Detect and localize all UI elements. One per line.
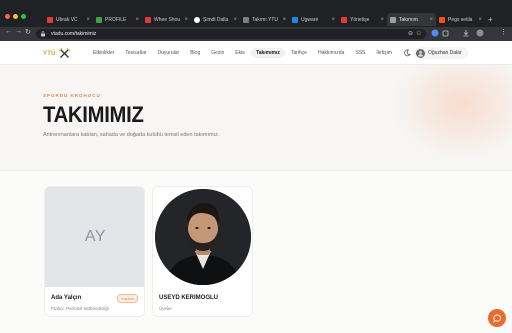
logo-text: YTÜ bbox=[43, 50, 56, 57]
site-header: YTÜ Etkinlikler Tesisatlar Duyurular Blo… bbox=[0, 41, 512, 65]
puzzle-icon[interactable] bbox=[442, 29, 450, 37]
hero-decoration bbox=[392, 65, 512, 159]
user-name: Oğuzhan Dalar bbox=[428, 50, 462, 56]
nav-item-tarihce[interactable]: Tarihçe bbox=[286, 48, 312, 58]
close-window-dot[interactable] bbox=[5, 14, 10, 19]
page-title: TAKIMIMIZ bbox=[43, 102, 144, 127]
tab-close-icon[interactable]: × bbox=[478, 17, 482, 23]
forward-arrow-icon[interactable]: → bbox=[15, 28, 22, 35]
tab-close-icon[interactable]: × bbox=[282, 17, 286, 23]
profile-icon[interactable] bbox=[476, 29, 484, 37]
tab-favicon-icon bbox=[292, 16, 298, 23]
browser-tab[interactable]: Şimdi Dalla × bbox=[191, 13, 240, 26]
nav-item-tesisatlar[interactable]: Tesisatlar bbox=[120, 48, 151, 58]
main-nav: Etkinlikler Tesisatlar Duyurular Blog Ge… bbox=[88, 48, 398, 58]
tab-title: PROFİLE bbox=[105, 16, 127, 23]
hero-description: Antrenmanlara katılan, sahada ve doğada … bbox=[43, 132, 220, 138]
tab-title: Takımım bbox=[399, 16, 418, 23]
nav-item-etkinlikler[interactable]: Etkinlikler bbox=[88, 48, 119, 58]
tab-close-icon[interactable]: × bbox=[380, 17, 384, 23]
browser-tab-active[interactable]: Takımım × bbox=[387, 13, 436, 26]
url-text: vtadu.com/takimimiz bbox=[51, 31, 97, 37]
chat-bubble-icon bbox=[492, 314, 501, 323]
nav-item-takimimiz[interactable]: Takımımız bbox=[251, 48, 285, 58]
portrait-illustration bbox=[155, 189, 251, 285]
tab-favicon-icon bbox=[243, 16, 249, 23]
site-info-icon[interactable] bbox=[40, 31, 46, 37]
hero-eyebrow: SPORDU KROHOCU bbox=[43, 93, 101, 98]
browser-tab[interactable]: Pegs setila × bbox=[436, 13, 485, 26]
tab-favicon-icon bbox=[47, 16, 53, 23]
tab-favicon-icon bbox=[390, 16, 396, 23]
tab-close-icon[interactable]: × bbox=[135, 17, 139, 23]
browser-tab[interactable]: Ubrak VC × bbox=[44, 13, 93, 26]
tab-close-icon[interactable]: × bbox=[86, 17, 90, 23]
member-role: Fizikçi, Patronik Mühendisliği bbox=[51, 306, 109, 311]
section-divider bbox=[0, 170, 512, 171]
extension-icon[interactable] bbox=[431, 29, 439, 37]
address-bar[interactable]: vtadu.com/takimimiz ⊖ ☆ bbox=[36, 29, 426, 39]
crossed-ice-axes-icon bbox=[58, 48, 70, 58]
member-name: USEYD KERIMOGLU bbox=[159, 295, 219, 301]
member-photo-placeholder: AY bbox=[45, 187, 144, 287]
member-initials: AY bbox=[84, 228, 107, 245]
member-name: Ada Yalçın bbox=[51, 295, 82, 301]
tab-title: Takımı YTÜ bbox=[252, 16, 279, 23]
tab-favicon-icon bbox=[96, 16, 102, 23]
user-menu-button[interactable]: Oğuzhan Dalar bbox=[414, 47, 468, 59]
team-member-card[interactable]: AY Ada Yalçın Kaptan Fizikçi, Patronik M… bbox=[44, 186, 145, 317]
tab-favicon-icon bbox=[194, 16, 200, 23]
tab-favicon-icon bbox=[439, 16, 445, 23]
member-portrait-image bbox=[155, 189, 251, 285]
chat-button[interactable] bbox=[488, 309, 506, 327]
tab-title: Ubrak VC bbox=[56, 16, 78, 23]
user-icon bbox=[417, 50, 424, 56]
member-badge: Kaptan bbox=[117, 294, 138, 303]
site-logo[interactable]: YTÜ bbox=[43, 48, 70, 59]
nav-item-gezin[interactable]: Gezin bbox=[206, 48, 229, 58]
tab-title: Whee Shou bbox=[154, 16, 181, 23]
team-member-card[interactable]: USEYD KERIMOGLU Üyeler bbox=[152, 186, 253, 317]
tab-favicon-icon bbox=[145, 16, 151, 23]
browser-tab[interactable]: Yönetişe × bbox=[338, 13, 387, 26]
browser-tab[interactable]: PROFİLE × bbox=[93, 13, 142, 26]
member-photo bbox=[153, 187, 252, 287]
browser-tab[interactable]: Whee Shou × bbox=[142, 13, 191, 26]
nav-item-ekle[interactable]: Ekle bbox=[230, 48, 250, 58]
bookmark-star-icon[interactable]: ☆ bbox=[416, 29, 422, 37]
nav-item-sss[interactable]: SSS bbox=[350, 48, 370, 58]
browser-tab[interactable]: Ugwaré × bbox=[289, 13, 338, 26]
nav-item-iletisim[interactable]: İletişim bbox=[371, 48, 397, 58]
back-arrow-icon[interactable]: ← bbox=[5, 28, 12, 35]
download-icon[interactable] bbox=[462, 29, 470, 37]
hero-section: SPORDU KROHOCU TAKIMIMIZ Antrenmanlara k… bbox=[0, 65, 512, 170]
nav-item-duyurular[interactable]: Duyurular bbox=[153, 48, 185, 58]
maximize-window-dot[interactable] bbox=[21, 14, 26, 19]
tab-title: Pegs setila bbox=[448, 16, 473, 23]
tab-close-icon[interactable]: × bbox=[331, 17, 335, 23]
window-controls bbox=[5, 14, 26, 19]
tab-close-icon[interactable]: × bbox=[184, 17, 188, 23]
tab-title: Yönetişe bbox=[350, 16, 370, 23]
tab-title: Şimdi Dalla bbox=[203, 16, 229, 23]
tab-title: Ugwaré bbox=[301, 16, 319, 23]
browser-tab-bar: Ubrak VC × PROFİLE × Whee Shou × Şimdi D… bbox=[0, 0, 512, 27]
browser-toolbar: ← → ↻ vtadu.com/takimimiz ⊖ ☆ ⋮ bbox=[0, 27, 512, 41]
browser-menu-icon[interactable]: ⋮ bbox=[500, 28, 507, 36]
nav-item-blog[interactable]: Blog bbox=[185, 48, 205, 58]
new-tab-icon[interactable]: + bbox=[488, 15, 493, 24]
nav-item-hakkimizda[interactable]: Hakkımızda bbox=[313, 48, 349, 58]
minimize-window-dot[interactable] bbox=[13, 14, 18, 19]
tab-close-icon[interactable]: × bbox=[429, 17, 433, 23]
zoom-icon[interactable]: ⊖ bbox=[408, 30, 413, 37]
avatar bbox=[416, 48, 425, 58]
browser-tab[interactable]: Takımı YTÜ × bbox=[240, 13, 289, 26]
member-role: Üyeler bbox=[159, 306, 173, 311]
tab-close-icon[interactable]: × bbox=[233, 17, 237, 23]
reload-icon[interactable]: ↻ bbox=[25, 28, 31, 36]
tab-favicon-icon bbox=[341, 16, 347, 23]
theme-toggle-icon[interactable] bbox=[403, 49, 411, 57]
